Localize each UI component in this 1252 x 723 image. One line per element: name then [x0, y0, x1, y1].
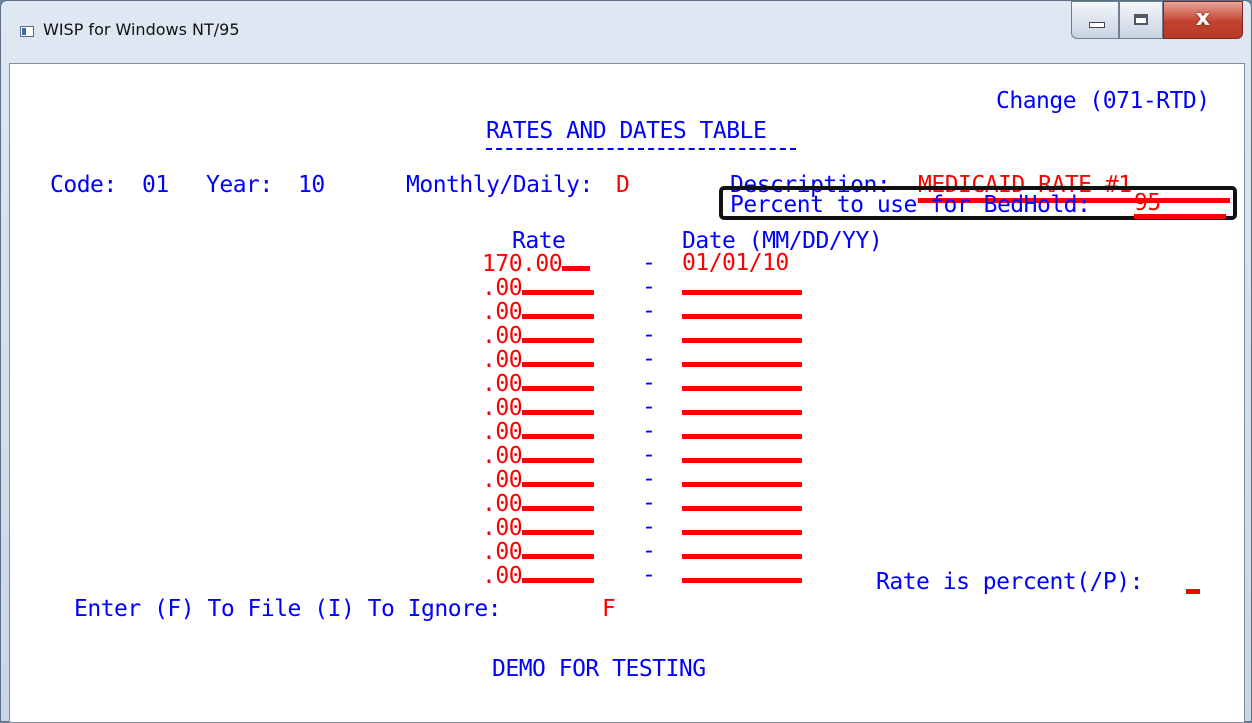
date-field[interactable] — [682, 322, 802, 349]
date-field-underline — [682, 394, 802, 415]
rate-field-wrap[interactable]: .00 — [482, 538, 595, 565]
date-field-underline — [682, 562, 802, 583]
rate-field-wrap[interactable]: .00 — [482, 490, 595, 517]
date-field-underline — [682, 370, 802, 391]
close-icon: x — [1195, 6, 1211, 31]
date-field[interactable] — [682, 370, 802, 397]
row-separator: - — [642, 466, 656, 492]
date-field-underline — [682, 442, 802, 463]
date-field[interactable] — [682, 298, 802, 325]
monthly-daily-field[interactable]: D — [616, 172, 630, 198]
monthly-daily-label: Monthly/Daily: — [406, 172, 593, 198]
enter-prompt: Enter (F) To File (I) To Ignore: — [74, 596, 502, 622]
date-field[interactable] — [682, 514, 802, 541]
rate-field-wrap[interactable]: .00 — [482, 322, 595, 349]
date-field[interactable] — [682, 466, 802, 493]
date-field[interactable] — [682, 538, 802, 565]
date-field[interactable] — [682, 346, 802, 373]
rate-field-wrap[interactable]: .00 — [482, 298, 595, 325]
date-field-underline — [682, 346, 802, 367]
rate-field-wrap[interactable]: .00 — [482, 394, 595, 421]
rate-field-wrap[interactable]: .00 — [482, 274, 595, 301]
application-window: WISP for Windows NT/95 x Change (071-RTD… — [0, 0, 1252, 723]
rate-field-wrap[interactable]: .00 — [482, 370, 595, 397]
date-field[interactable] — [682, 442, 802, 469]
date-field-underline — [682, 538, 802, 559]
terminal-screen[interactable]: Change (071-RTD) RATES AND DATES TABLE C… — [9, 63, 1245, 723]
row-separator: - — [642, 370, 656, 396]
date-field[interactable] — [682, 418, 802, 445]
date-field[interactable]: 01/01/10 — [682, 250, 789, 276]
enter-field[interactable]: F — [602, 596, 616, 622]
rate-field-underline — [562, 250, 591, 271]
rate-field-underline — [522, 466, 595, 487]
rate-percent-label: Rate is percent(/P): — [876, 569, 1143, 595]
rate-field-underline — [522, 562, 595, 583]
rate-percent-field[interactable] — [1186, 569, 1200, 594]
window-title: WISP for Windows NT/95 — [43, 20, 240, 39]
row-separator: - — [642, 298, 656, 324]
maximize-button[interactable] — [1119, 1, 1163, 39]
row-separator: - — [642, 274, 656, 300]
footer-banner: DEMO FOR TESTING — [492, 656, 706, 682]
screen-heading: RATES AND DATES TABLE — [486, 118, 767, 144]
rate-field-underline — [522, 418, 595, 439]
rate-field-wrap[interactable]: .00 — [482, 346, 595, 373]
close-button[interactable]: x — [1163, 1, 1243, 39]
rate-field-underline — [522, 346, 595, 367]
mode-indicator: Change (071-RTD) — [996, 88, 1210, 114]
row-separator: - — [642, 490, 656, 516]
date-field[interactable] — [682, 394, 802, 421]
date-field-underline — [682, 418, 802, 439]
row-separator: - — [642, 442, 656, 468]
date-field-underline — [682, 466, 802, 487]
heading-underline — [486, 148, 796, 150]
title-bar[interactable]: WISP for Windows NT/95 x — [1, 1, 1251, 63]
date-field-underline — [682, 298, 802, 319]
row-separator: - — [642, 322, 656, 348]
date-field-underline — [682, 490, 802, 511]
rate-field-underline — [522, 394, 595, 415]
row-separator: - — [642, 514, 656, 540]
row-separator: - — [642, 538, 656, 564]
code-value: 01 — [142, 172, 169, 198]
minimize-icon — [1089, 22, 1105, 28]
year-label: Year: — [206, 172, 273, 198]
rate-field-wrap[interactable]: 170.00 — [482, 250, 591, 277]
bedhold-field[interactable]: 95 — [1134, 192, 1226, 219]
rate-field-wrap[interactable]: .00 — [482, 466, 595, 493]
rate-value: .00 — [482, 563, 523, 589]
rate-field-wrap[interactable]: .00 — [482, 562, 595, 589]
row-separator: - — [642, 250, 656, 276]
date-field[interactable] — [682, 562, 802, 589]
date-field-underline — [682, 322, 802, 343]
date-field[interactable] — [682, 274, 802, 301]
app-icon[interactable] — [20, 26, 34, 37]
minimize-button[interactable] — [1071, 1, 1119, 39]
rate-field-underline — [522, 298, 595, 319]
row-separator: - — [642, 346, 656, 372]
date-field-underline — [682, 514, 802, 535]
rate-field-underline — [522, 538, 595, 559]
bedhold-label: Percent to use for BedHold: — [730, 192, 1091, 218]
year-value: 10 — [298, 172, 325, 198]
date-field[interactable] — [682, 490, 802, 517]
rate-field-underline — [522, 490, 595, 511]
code-label: Code: — [50, 172, 117, 198]
rate-field-underline — [522, 514, 595, 535]
maximize-icon — [1134, 14, 1148, 25]
rate-field-underline — [522, 322, 595, 343]
row-separator: - — [642, 562, 656, 588]
row-separator: - — [642, 418, 656, 444]
row-separator: - — [642, 394, 656, 420]
rate-field-wrap[interactable]: .00 — [482, 514, 595, 541]
rate-field-wrap[interactable]: .00 — [482, 418, 595, 445]
rate-field-underline — [522, 370, 595, 391]
rate-field-wrap[interactable]: .00 — [482, 442, 595, 469]
rate-field-underline — [522, 274, 595, 295]
rate-field-underline — [522, 442, 595, 463]
date-field-underline — [682, 274, 802, 295]
